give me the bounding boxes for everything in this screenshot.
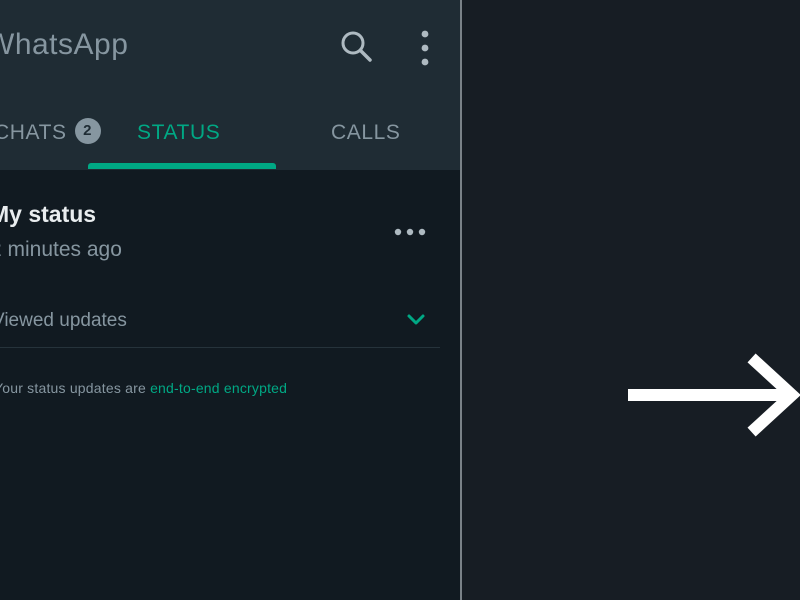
arrow-right-icon [628, 353, 800, 437]
unread-badge: 2 [74, 118, 101, 145]
tab-chats-label: CHATS [0, 121, 67, 144]
tab-status-label: STATUS [137, 121, 221, 144]
app-title: WhatsApp [0, 28, 129, 61]
screenshot-stage: WhatsApp CHATS 2 STATUS CALLS My status … [0, 0, 800, 600]
my-status-time: 2 minutes ago [0, 238, 122, 261]
tab-calls-label: CALLS [331, 121, 401, 144]
active-tab-indicator [88, 163, 276, 169]
tab-calls[interactable]: CALLS [331, 116, 401, 150]
encryption-note: Your status updates are end-to-end encry… [0, 380, 287, 396]
phone-screen: WhatsApp CHATS 2 STATUS CALLS My status … [0, 0, 460, 600]
search-icon[interactable] [336, 26, 376, 66]
chevron-down-icon[interactable] [404, 310, 428, 330]
more-horizontal-icon[interactable] [390, 219, 430, 245]
right-panel [462, 0, 800, 600]
tab-status[interactable]: STATUS [137, 116, 220, 150]
tab-chats[interactable]: CHATS 2 [0, 116, 101, 150]
encryption-link[interactable]: end-to-end encrypted [150, 380, 287, 396]
my-status-title: My status [0, 201, 97, 227]
encryption-note-text: Your status updates are [0, 380, 151, 396]
app-header: WhatsApp CHATS 2 STATUS CALLS [0, 0, 460, 170]
more-vertical-icon[interactable] [410, 26, 440, 70]
section-label: Viewed updates [0, 310, 127, 331]
viewed-updates-header[interactable]: Viewed updates [0, 296, 440, 348]
